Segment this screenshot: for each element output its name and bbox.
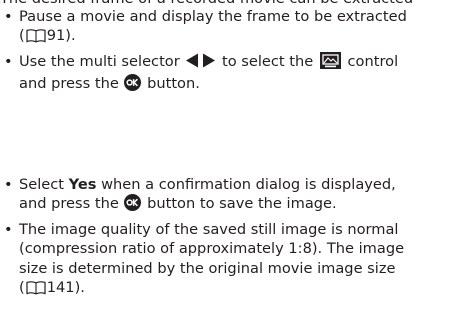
list-item-select-control: • Use the multi selector to select the c… (0, 51, 449, 97)
list-item-confirm-save: • Select Yes when a confirmation dialog … (0, 175, 449, 217)
multi-selector-left-right-icon (186, 53, 216, 73)
item-text: Pause a movie and display the frame to b… (19, 8, 407, 25)
extract-frame-control-icon (319, 51, 341, 74)
page-ref: 91 (46, 27, 66, 45)
bullet: • (4, 176, 13, 193)
yes-option-label: Yes (68, 176, 97, 193)
book-icon (26, 28, 46, 48)
bullet: • (4, 8, 13, 25)
book-icon (26, 280, 46, 300)
ok-button-icon (124, 194, 142, 216)
list-item-pause-movie: • Pause a movie and display the frame to… (0, 7, 449, 49)
bullet: • (4, 52, 13, 70)
manual-page: The desired frame of a recorded movie ca… (0, 0, 449, 320)
steps-list: • Pause a movie and display the frame to… (0, 7, 449, 100)
ok-button-icon (124, 74, 142, 96)
steps-list-continued: • Select Yes when a confirmation dialog … (0, 175, 449, 303)
page-ref: 141 (46, 279, 75, 297)
list-item-image-quality: • The image quality of the saved still i… (0, 220, 449, 301)
bullet: • (4, 220, 13, 238)
